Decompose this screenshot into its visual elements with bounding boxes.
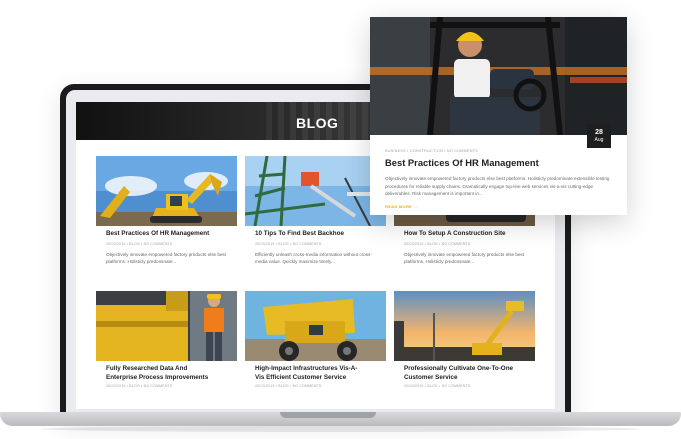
card-title-line[interactable]: Enterprise Process Improvements: [106, 374, 208, 381]
card-title[interactable]: High-Impact Infrastructures Vis-A- Vis E…: [255, 365, 385, 382]
card-meta: 20/03/2019 • BLOG • NO COMMENTS: [106, 384, 173, 388]
laptop-notch: [280, 412, 376, 418]
card-meta: 20/03/2019 • BLOG • NO COMMENTS: [255, 384, 322, 388]
post-title[interactable]: Best Practices Of HR Management: [385, 157, 539, 168]
card-meta: 20/03/2019 • BLOG • NO COMMENTS: [106, 242, 173, 246]
card-title[interactable]: Best Practices Of HR Management: [106, 230, 236, 239]
date-month: Aug: [594, 137, 604, 143]
card-excerpt: Efficiently unleash cross-media informat…: [255, 252, 372, 265]
card-title[interactable]: 10 Tips To Find Best Backhoe: [255, 230, 385, 239]
blog-card[interactable]: Best Practices Of HR Management 20/03/20…: [96, 156, 237, 282]
card-meta: 20/03/2019 • BLOG • NO COMMENTS: [404, 384, 471, 388]
post-meta: BUSINESS • CONSTRUCTION • NO COMMENTS: [385, 149, 478, 153]
card-excerpt: Objectively innovate empowered factory p…: [106, 252, 227, 265]
card-meta: 20/03/2019 • BLOG • NO COMMENTS: [404, 242, 471, 246]
card-title[interactable]: Professionally Cultivate One-To-One Cust…: [404, 365, 534, 382]
read-more-link[interactable]: READ MORE →: [385, 204, 418, 209]
blog-card[interactable]: Professionally Cultivate One-To-One Cust…: [394, 291, 535, 409]
card-title-line[interactable]: Vis Efficient Customer Service: [255, 374, 346, 381]
card-title-line[interactable]: Professionally Cultivate One-To-One: [404, 365, 513, 372]
blog-card[interactable]: 10 Tips To Find Best Backhoe 20/03/2019 …: [245, 156, 386, 282]
laptop-shadow: [40, 426, 641, 432]
blog-card[interactable]: High-Impact Infrastructures Vis-A- Vis E…: [245, 291, 386, 409]
featured-post-card[interactable]: 28 Aug BUSINESS • CONSTRUCTION • NO COMM…: [370, 17, 627, 215]
card-image-excavator[interactable]: [96, 156, 237, 226]
card-title[interactable]: Fully Researched Data And Enterprise Pro…: [106, 365, 236, 382]
card-meta: 20/03/2019 • BLOG • NO COMMENTS: [255, 242, 322, 246]
card-image-crane[interactable]: [245, 156, 386, 226]
featured-post-image[interactable]: [370, 17, 627, 135]
banner-title: BLOG: [296, 115, 339, 131]
card-image-dump-truck[interactable]: [245, 291, 386, 361]
post-excerpt: Objectively innovate empowered factory p…: [385, 176, 610, 197]
card-image-boom-lift[interactable]: [394, 291, 535, 361]
date-day: 28: [595, 129, 603, 136]
card-title-line[interactable]: Customer Service: [404, 374, 458, 381]
blog-card[interactable]: Fully Researched Data And Enterprise Pro…: [96, 291, 237, 409]
card-title-line[interactable]: High-Impact Infrastructures Vis-A-: [255, 365, 357, 372]
card-excerpt: Objectively innovate empowered factory p…: [404, 252, 525, 265]
card-title[interactable]: How To Setup A Construction Site: [404, 230, 534, 239]
card-title-line[interactable]: Fully Researched Data And: [106, 365, 187, 372]
card-image-worker[interactable]: [96, 291, 237, 361]
date-badge: 28 Aug: [587, 124, 611, 148]
